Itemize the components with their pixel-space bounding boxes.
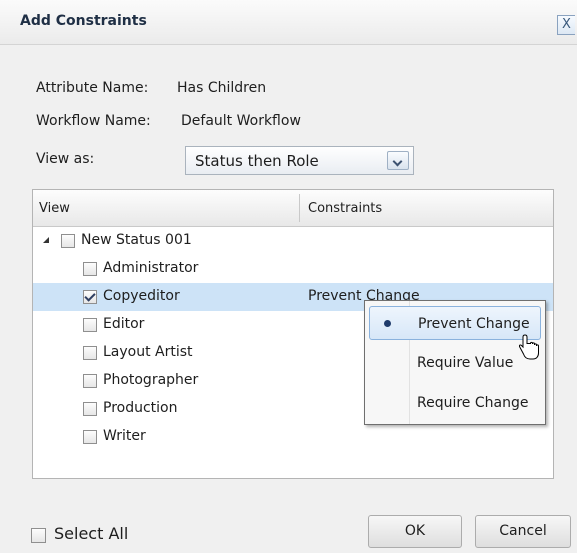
select-all-checkbox[interactable] [31,528,46,543]
column-header-constraints[interactable]: Constraints [308,201,382,216]
role-checkbox[interactable] [83,290,97,304]
cancel-button[interactable]: Cancel [475,515,571,548]
role-checkbox[interactable] [83,318,97,332]
menu-item-label: Require Change [417,395,529,411]
view-as-selected-value: Status then Role [195,152,319,170]
dialog-titlebar: Add Constraints X [0,0,577,45]
column-header-view[interactable]: View [39,201,70,216]
workflow-name-value: Default Workflow [181,113,301,129]
workflow-name-label: Workflow Name: [36,113,151,129]
role-label: Production [103,400,178,416]
tree-row-status[interactable]: New Status 001 [33,227,553,255]
status-label: New Status 001 [81,232,192,248]
role-checkbox[interactable] [83,402,97,416]
grid-header: View Constraints [33,190,553,227]
hand-pointer-icon [519,334,539,360]
role-label: Copyeditor [103,288,180,304]
ok-button[interactable]: OK [368,515,462,548]
tree-row-role[interactable]: Writer [33,423,553,451]
selected-bullet-icon [384,320,391,327]
role-label: Administrator [103,260,199,276]
expand-triangle-icon[interactable] [43,237,49,243]
role-checkbox[interactable] [83,262,97,276]
role-checkbox[interactable] [83,346,97,360]
status-checkbox[interactable] [61,234,75,248]
attribute-name-value: Has Children [177,80,267,96]
role-checkbox[interactable] [83,430,97,444]
menu-item-require-value[interactable]: Require Value [369,346,541,380]
tree-row-role[interactable]: Administrator [33,255,553,283]
menu-item-label: Require Value [417,355,514,371]
close-icon[interactable]: X [557,15,575,35]
view-as-label: View as: [36,151,95,167]
dialog-title: Add Constraints [20,13,147,29]
menu-item-require-change[interactable]: Require Change [369,386,541,420]
role-label: Photographer [103,372,199,388]
menu-item-prevent-change[interactable]: Prevent Change [369,306,541,340]
constraint-dropdown-menu: Prevent Change Require Value Require Cha… [364,300,546,425]
role-label: Writer [103,428,146,444]
role-checkbox[interactable] [83,374,97,388]
view-as-select[interactable]: Status then Role [185,146,414,175]
select-all-label[interactable]: Select All [54,524,128,543]
attribute-name-label: Attribute Name: [36,80,149,96]
chevron-down-icon[interactable] [387,151,409,170]
menu-item-label: Prevent Change [418,316,530,332]
column-divider[interactable] [299,194,300,222]
role-label: Editor [103,316,145,332]
role-label: Layout Artist [103,344,193,360]
